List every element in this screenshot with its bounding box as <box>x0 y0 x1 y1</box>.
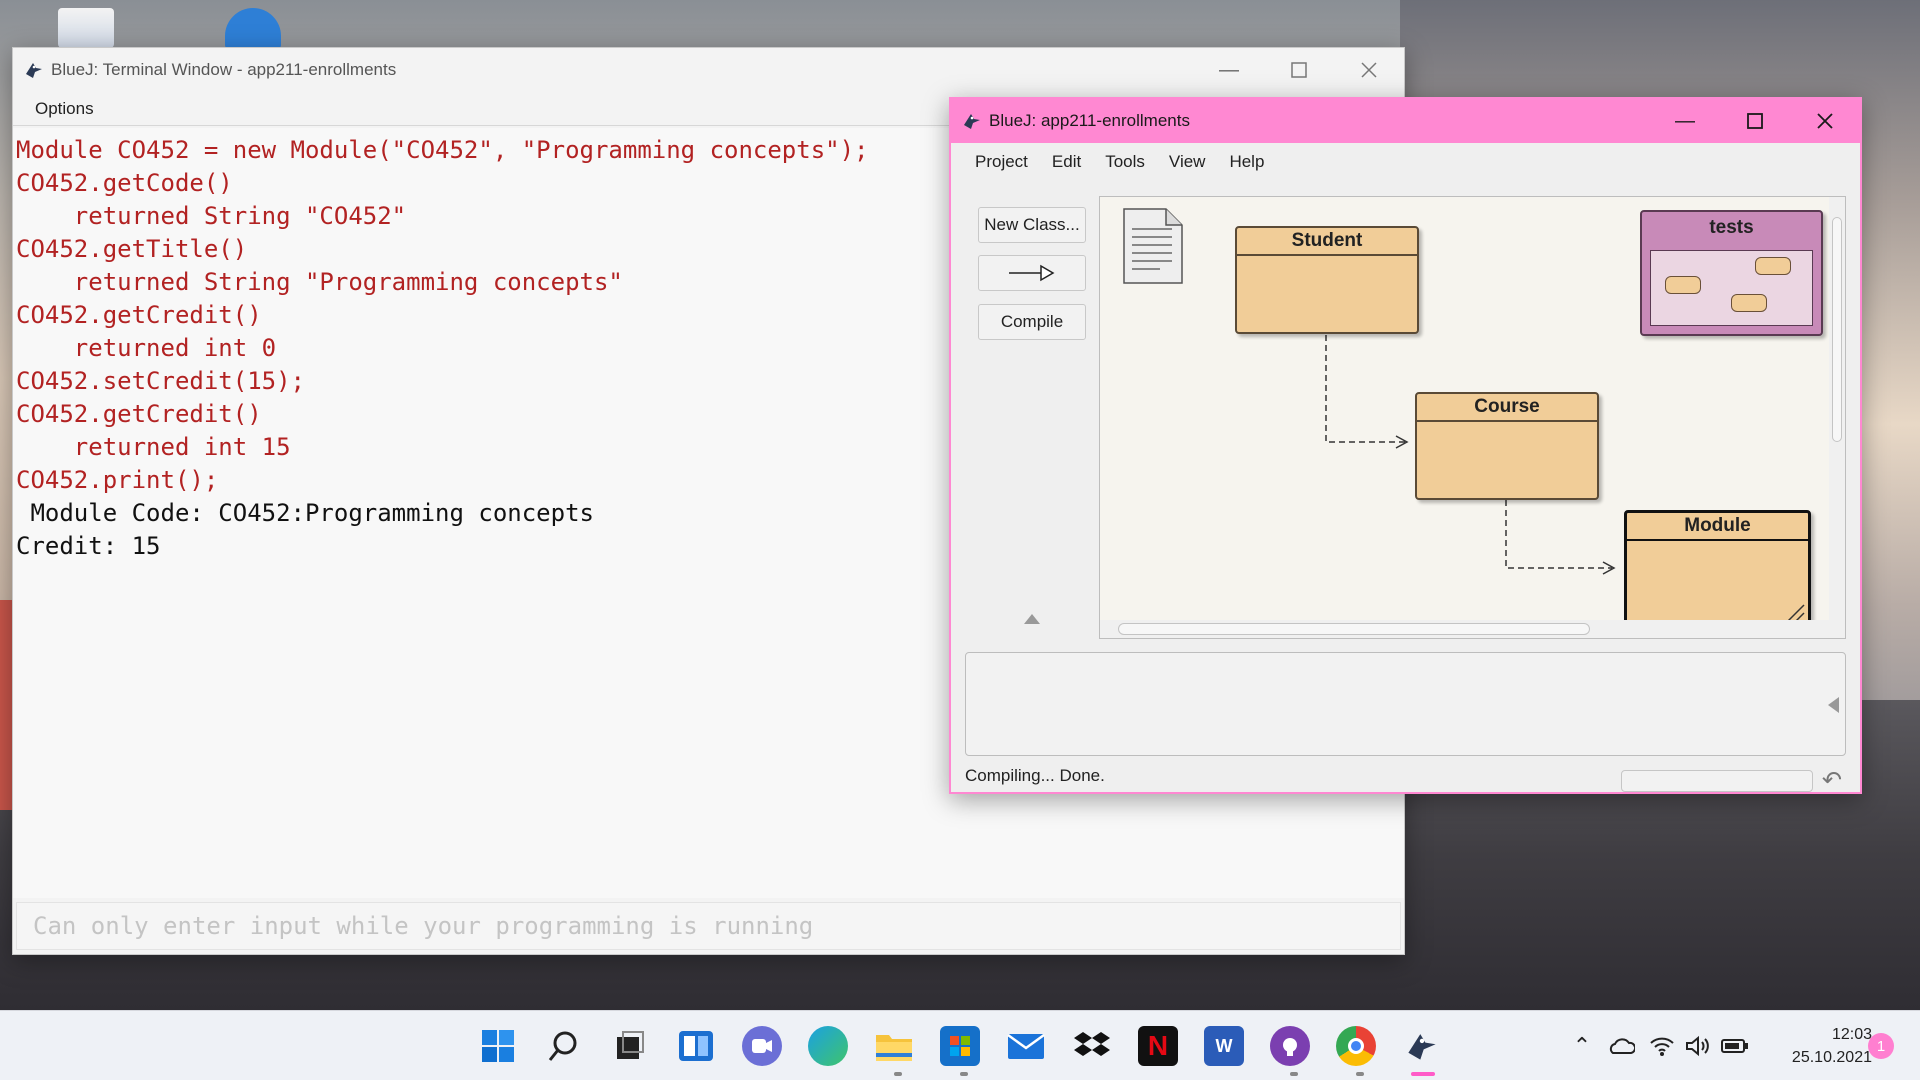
package-tests-contents <box>1650 250 1813 326</box>
bluej-icon[interactable] <box>1402 1026 1442 1066</box>
notification-badge[interactable]: 1 <box>1868 1033 1894 1059</box>
word-icon[interactable]: W <box>1204 1026 1244 1066</box>
netflix-icon[interactable]: N <box>1138 1026 1178 1066</box>
recycle-bin-icon[interactable] <box>58 8 114 48</box>
minimize-icon[interactable]: — <box>1194 48 1264 92</box>
battery-icon[interactable] <box>1720 1026 1750 1066</box>
class-module-name: Module <box>1627 513 1808 541</box>
microsoft-store-icon[interactable] <box>940 1026 980 1066</box>
bluej-bird-icon <box>23 59 45 81</box>
package-class-icon <box>1731 294 1767 312</box>
dropbox-icon[interactable] <box>1072 1026 1112 1066</box>
menu-help[interactable]: Help <box>1217 152 1276 172</box>
expand-up-icon[interactable] <box>1024 614 1040 624</box>
clock-date: 25.10.2021 <box>1791 1049 1872 1066</box>
package-tests-name: tests <box>1709 217 1754 238</box>
progress-bar <box>1621 770 1813 792</box>
inheritance-arrow-icon <box>1009 264 1055 282</box>
windows-start-icon[interactable] <box>478 1026 518 1066</box>
package-class-icon <box>1665 276 1701 294</box>
github-desktop-icon[interactable] <box>1270 1026 1310 1066</box>
menu-options[interactable]: Options <box>35 99 94 119</box>
active-app-indicator <box>1411 1072 1435 1076</box>
package-tests[interactable]: tests <box>1640 210 1823 336</box>
mail-icon[interactable] <box>1006 1026 1046 1066</box>
task-view-icon[interactable] <box>610 1026 650 1066</box>
menu-view[interactable]: View <box>1157 152 1218 172</box>
edge-icon[interactable] <box>808 1026 848 1066</box>
chrome-icon[interactable] <box>1336 1026 1376 1066</box>
compile-button[interactable]: Compile <box>978 304 1086 340</box>
class-course[interactable]: Course <box>1415 392 1599 500</box>
class-student[interactable]: Student <box>1235 226 1419 334</box>
volume-icon[interactable] <box>1684 1026 1712 1066</box>
bluej-main-window: BlueJ: app211-enrollments — Project Edit… <box>949 97 1862 794</box>
close-icon[interactable] <box>1334 48 1404 92</box>
menu-edit[interactable]: Edit <box>1040 152 1093 172</box>
clock-time: 12:03 <box>1831 1026 1872 1043</box>
search-icon[interactable] <box>544 1026 584 1066</box>
vertical-scroll-thumb[interactable] <box>1832 217 1842 442</box>
system-clock[interactable]: 12:03 25.10.2021 <box>1762 1023 1872 1069</box>
maximize-icon[interactable] <box>1720 99 1790 143</box>
show-hidden-icons-icon[interactable]: ⌃ <box>1568 1026 1596 1066</box>
file-explorer-icon[interactable] <box>874 1026 914 1066</box>
status-text: Compiling... Done. <box>965 766 1105 785</box>
widgets-icon[interactable] <box>676 1026 716 1066</box>
terminal-input[interactable]: Can only enter input while your programm… <box>16 902 1401 950</box>
running-indicator <box>1356 1072 1364 1076</box>
bluej-bird-icon <box>961 110 983 132</box>
horizontal-scrollbar[interactable] <box>1100 620 1845 638</box>
running-indicator <box>1290 1072 1298 1076</box>
maximize-icon[interactable] <box>1264 48 1334 92</box>
new-inheritance-arrow-button[interactable] <box>978 255 1086 291</box>
message-area[interactable] <box>965 652 1846 756</box>
horizontal-scroll-thumb[interactable] <box>1118 623 1590 635</box>
running-indicator <box>960 1072 968 1076</box>
wifi-icon[interactable] <box>1648 1026 1676 1066</box>
close-icon[interactable] <box>1790 99 1860 143</box>
new-class-button[interactable]: New Class... <box>978 207 1086 243</box>
reset-machine-icon[interactable]: ↶ <box>1822 766 1842 795</box>
class-student-name: Student <box>1237 228 1417 256</box>
menu-tools[interactable]: Tools <box>1093 152 1157 172</box>
bluej-menubar: Project Edit Tools View Help <box>951 143 1860 181</box>
bluej-title: BlueJ: app211-enrollments <box>989 111 1190 130</box>
onedrive-icon[interactable] <box>1606 1026 1636 1066</box>
class-course-name: Course <box>1417 394 1597 422</box>
running-indicator <box>894 1072 902 1076</box>
menu-project[interactable]: Project <box>963 152 1040 172</box>
terminal-title: BlueJ: Terminal Window - app211-enrollme… <box>51 60 397 79</box>
bluej-titlebar[interactable]: BlueJ: app211-enrollments — <box>951 99 1860 143</box>
vertical-scrollbar[interactable] <box>1829 197 1845 638</box>
package-class-icon <box>1755 257 1791 275</box>
teams-chat-icon[interactable] <box>742 1026 782 1066</box>
desktop-app-icon[interactable] <box>225 8 281 48</box>
minimize-icon[interactable]: — <box>1650 99 1720 143</box>
collapse-left-icon[interactable] <box>1828 697 1839 713</box>
status-bar: Compiling... Done. ↶ <box>965 762 1846 794</box>
class-diagram[interactable]: Student Course Module tests <box>1099 196 1846 639</box>
class-module[interactable]: Module <box>1624 510 1811 630</box>
tool-panel: New Class... Compile <box>951 181 1086 651</box>
terminal-titlebar[interactable]: BlueJ: Terminal Window - app211-enrollme… <box>13 48 1404 92</box>
taskbar: N W ⌃ 12:03 25.10.2021 1 <box>0 1010 1920 1080</box>
